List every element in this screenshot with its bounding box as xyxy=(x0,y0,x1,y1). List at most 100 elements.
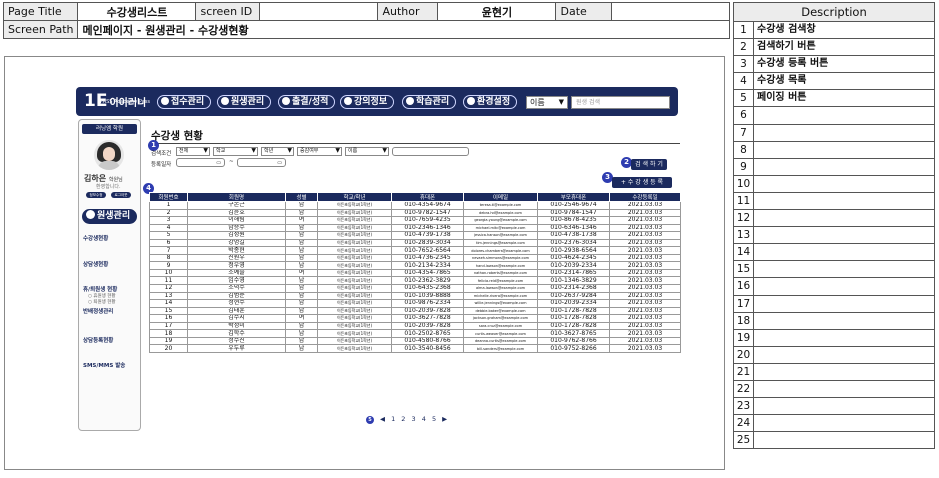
nav-menu-item[interactable]: 접수관리 xyxy=(157,95,212,109)
description-row-number: 14 xyxy=(734,244,754,261)
column-header[interactable]: 회원명 xyxy=(187,192,286,202)
table-row[interactable]: 10 조예솔 여 이든초등학교(1학년) 010-4354-7865 nathan.rob… xyxy=(149,268,681,278)
table-cell: 2021.03.03 xyxy=(609,284,681,293)
table-row[interactable]: 9 정우영 남 이든초등학교(1학년) 010-2134-2334 hand.lawson… xyxy=(149,261,681,270)
register-student-button[interactable]: + 수 강 생 등 록 xyxy=(612,177,672,188)
page-link[interactable]: 5 xyxy=(432,415,436,423)
table-cell: 이든초등학교(1학년) xyxy=(317,284,392,293)
sidebar-item-sms[interactable]: SMS/MMS 발송 xyxy=(83,361,125,369)
description-row-text xyxy=(754,278,757,294)
column-header[interactable]: 학교/학년 xyxy=(317,192,392,202)
sidebar-subitem-quit[interactable]: ○ 퇴원생 현황 xyxy=(88,299,116,305)
table-row[interactable]: 14 정현수 남 이든초등학교(1학년) 010-9876-2334 willie.jen… xyxy=(149,299,681,308)
table-row[interactable]: 4 남승수 남 이든초등학교(1학년) 010-2346-1346 michael.mit… xyxy=(149,223,681,233)
table-cell: 010-1039-8888 xyxy=(391,291,464,301)
table-cell: 010-1728-7828 xyxy=(537,314,610,323)
filter-select-name[interactable]: 이름 ▼ xyxy=(345,147,389,156)
logout-button[interactable]: 로그아웃 xyxy=(111,192,131,198)
table-row[interactable]: 17 박정미 남 이든초등학교(1학년) 010-2039-7828 sara.cruz@… xyxy=(149,321,681,331)
table-cell: michelle.rivera@example.com xyxy=(463,291,538,301)
table-row[interactable]: 18 김학수 남 이든초등학교(1학년) 010-2502-8765 curtis.wea… xyxy=(149,329,681,338)
table-cell: 이든초등학교(1학년) xyxy=(317,291,392,301)
column-header[interactable]: 회원번호 xyxy=(149,192,188,202)
column-header[interactable]: 휴대폰 xyxy=(391,192,464,202)
description-row-text xyxy=(754,193,757,209)
description-row-text xyxy=(754,415,757,431)
top-search-input[interactable]: 원생 검색 xyxy=(571,96,670,109)
sidebar-item-consult-register[interactable]: 상담등록현황 xyxy=(83,336,113,344)
screen-info-table: Page Title 수강생리스트 screen ID Author 윤현기 D… xyxy=(2,2,731,39)
nav-menu-item[interactable]: 학습관리 xyxy=(402,95,457,109)
column-header[interactable]: 부모휴대폰 xyxy=(537,192,610,202)
table-cell: 18 xyxy=(149,329,188,338)
table-cell: 남 xyxy=(285,291,318,301)
filter-select-grade[interactable]: 학년 ▼ xyxy=(261,147,294,156)
table-cell: 2021.03.03 xyxy=(609,201,681,210)
date-to-input[interactable]: ▭ xyxy=(237,158,286,167)
table-cell: 정현수 xyxy=(187,299,286,308)
prev-page-icon[interactable]: ◀ xyxy=(380,415,385,423)
filter-select-school[interactable]: 학교 ▼ xyxy=(213,147,258,156)
table-row[interactable]: 15 김태훈 남 이든초등학교(1학년) 010-2039-7828 debbie.bak… xyxy=(149,306,681,316)
table-row[interactable]: 5 김성원 남 이든초등학교(1학년) 010-4739-1738 jessica.han… xyxy=(149,231,681,240)
logo[interactable]: 1E 이이러니 PASS Academy Pass xyxy=(84,91,150,111)
search-button[interactable]: 검 색 하 기 xyxy=(631,159,667,170)
filter-keyword-input[interactable] xyxy=(392,147,469,156)
table-row[interactable]: 16 김수지 여 이든초등학교(1학년) 010-3627-7828 jackson.gr… xyxy=(149,314,681,323)
sidebar-item-leave[interactable]: 휴/퇴원생 현황 xyxy=(83,285,117,293)
page-link[interactable]: 2 xyxy=(401,415,405,423)
table-cell: 2021.03.03 xyxy=(609,306,681,316)
column-header[interactable]: 이메일 xyxy=(463,192,538,202)
table-row[interactable]: 3 이해림 여 이든초등학교(1학년) 010-7659-4235 georgia.you… xyxy=(149,216,681,225)
nav-menu-item[interactable]: 출결/성적 xyxy=(278,95,336,109)
table-cell: 김범준 xyxy=(187,291,286,301)
table-row[interactable]: 19 정수진 남 이든초등학교(1학년) 010-4580-8766 deanna.cur… xyxy=(149,336,681,346)
table-cell: 남 xyxy=(285,329,318,338)
description-row-number: 5 xyxy=(734,90,754,107)
description-title: Description xyxy=(733,2,935,22)
next-page-icon[interactable]: ▶ xyxy=(442,415,447,423)
table-row[interactable]: 11 임수영 남 이든초등학교(1학년) 010-2362-3829 felicia.re… xyxy=(149,276,681,285)
nav-menu-item[interactable]: 원생관리 xyxy=(217,95,272,109)
table-cell: 010-2637-9284 xyxy=(537,291,610,301)
filter-select-change[interactable]: 증감여부 ▼ xyxy=(297,147,342,156)
sidebar-item-consult[interactable]: 상담생현황 xyxy=(83,260,108,268)
table-row[interactable]: 6 강명길 남 이든초등학교(1학년) 010-2839-3034 tim.jenning… xyxy=(149,238,681,248)
table-cell: 남 xyxy=(285,306,318,316)
table-cell: curtis.weaver@example.com xyxy=(463,329,538,338)
description-row-text xyxy=(754,313,757,329)
edit-profile-button[interactable]: 정보수정 xyxy=(86,192,106,198)
nav-menu-item[interactable]: 환경설정 xyxy=(463,95,518,109)
table-cell: 6 xyxy=(149,238,188,248)
table-row[interactable]: 2 김윤호 남 이든초등학교(1학년) 010-9782-1547 debra.hd@ex… xyxy=(149,208,681,218)
table-cell: 남 xyxy=(285,299,318,308)
table-row[interactable]: 13 김범준 남 이든초등학교(1학년) 010-1039-8888 michelle.r… xyxy=(149,291,681,301)
table-row[interactable]: 7 박종현 남 이든초등학교(1학년) 010-7652-6564 dolores.cha… xyxy=(149,246,681,255)
date-from-input[interactable]: ▭ xyxy=(176,158,225,167)
description-row-number: 7 xyxy=(734,124,754,141)
sidebar-item-students[interactable]: 수강생현황 xyxy=(83,234,108,242)
title-divider xyxy=(150,143,680,144)
top-search-select[interactable]: 이름 ▼ xyxy=(526,96,568,109)
nav-menu-item[interactable]: 강의정보 xyxy=(340,95,395,109)
screen-id-label: screen ID xyxy=(195,2,261,21)
menu-bullet-icon xyxy=(406,97,414,105)
page-link[interactable]: 4 xyxy=(422,415,426,423)
table-row[interactable]: 12 조덕수 남 이든초등학교(1학년) 010-6435-2368 alma.lawso… xyxy=(149,284,681,293)
description-row-number: 8 xyxy=(734,141,754,158)
page-link[interactable]: 3 xyxy=(412,415,416,423)
table-row[interactable]: 20 우두루 남 이든초등학교(1학년) 010-3540-8456 bill.sande… xyxy=(149,344,681,353)
description-row-number: 24 xyxy=(734,415,754,432)
sidebar-item-class-assign[interactable]: 반배정생관리 xyxy=(83,307,113,315)
filter-select-all[interactable]: 전체 ▼ xyxy=(176,147,210,156)
page-link[interactable]: 1 xyxy=(391,415,395,423)
table-row[interactable]: 8 진원우 남 이든초등학교(1학년) 010-4736-2345 nevaeh.simm… xyxy=(149,253,681,263)
sidebar-section-student[interactable]: 원생관리 xyxy=(82,209,137,224)
column-header[interactable]: 성별 xyxy=(285,192,318,202)
table-cell: 남승수 xyxy=(187,223,286,233)
description-row-text: 페이징 버튼 xyxy=(757,92,807,104)
table-row[interactable]: 1 구본근 남 이든초등학교(1학년) 010-4354-9674 teresa.ti@e… xyxy=(149,201,681,210)
column-header[interactable]: 수강등록일 xyxy=(609,192,681,202)
table-cell: 정우영 xyxy=(187,261,286,270)
table-cell: dolores.chambers@example.com xyxy=(463,246,538,255)
